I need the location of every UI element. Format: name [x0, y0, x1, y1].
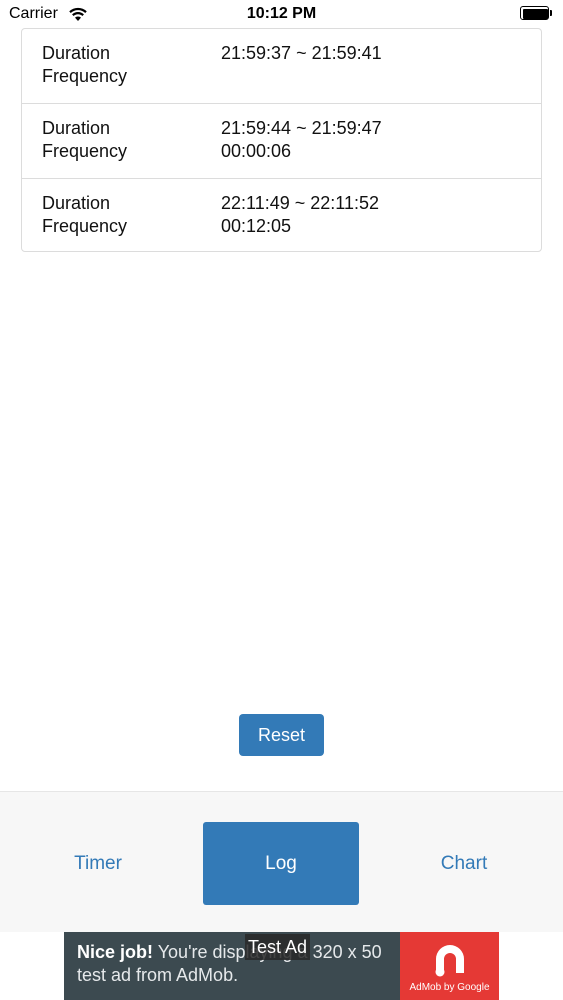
- tab-chart[interactable]: Chart: [386, 822, 542, 905]
- log-row: Duration Frequency 21:59:37 ~ 21:59:41: [22, 29, 541, 104]
- tab-bar: Timer Log Chart: [0, 791, 563, 932]
- ad-text: Nice job! You're displaying a 320 x 50 t…: [77, 941, 397, 987]
- tab-log[interactable]: Log: [203, 822, 359, 905]
- log-row: Duration Frequency 22:11:49 ~ 22:11:52 0…: [22, 179, 541, 251]
- battery-icon: [520, 6, 554, 22]
- log-row: Duration Frequency 21:59:44 ~ 21:59:47 0…: [22, 104, 541, 179]
- frequency-value: 00:12:05: [221, 216, 292, 236]
- duration-value: 22:11:49 ~ 22:11:52: [221, 193, 379, 213]
- frequency-label: Frequency: [42, 216, 128, 236]
- ad-logo-box: AdMob by Google: [400, 932, 499, 1000]
- ad-headline: Nice job!: [77, 942, 154, 962]
- log-list: Duration Frequency 21:59:37 ~ 21:59:41 D…: [21, 28, 542, 252]
- frequency-label: Frequency: [42, 66, 128, 86]
- screen: Carrier 10:12 PM Duration Frequency 21:5…: [0, 0, 563, 1000]
- admob-icon: [435, 945, 464, 977]
- admob-caption: AdMob by Google: [409, 982, 490, 993]
- reset-button[interactable]: Reset: [239, 714, 324, 756]
- duration-label: Duration: [42, 193, 111, 213]
- tab-timer[interactable]: Timer: [20, 822, 176, 905]
- frequency-value: 00:00:06: [221, 141, 292, 161]
- test-ad-label: Test Ad: [245, 934, 311, 960]
- clock-time: 10:12 PM: [246, 5, 317, 22]
- duration-value: 21:59:37 ~ 21:59:41: [221, 43, 382, 63]
- duration-value: 21:59:44 ~ 21:59:47: [221, 118, 382, 138]
- duration-label: Duration: [42, 118, 111, 138]
- duration-label: Duration: [42, 43, 111, 63]
- ad-banner[interactable]: Nice job! You're displaying a 320 x 50 t…: [64, 932, 499, 1000]
- status-bar: Carrier 10:12 PM: [0, 0, 563, 28]
- frequency-label: Frequency: [42, 141, 128, 161]
- frequency-value: [221, 65, 382, 88]
